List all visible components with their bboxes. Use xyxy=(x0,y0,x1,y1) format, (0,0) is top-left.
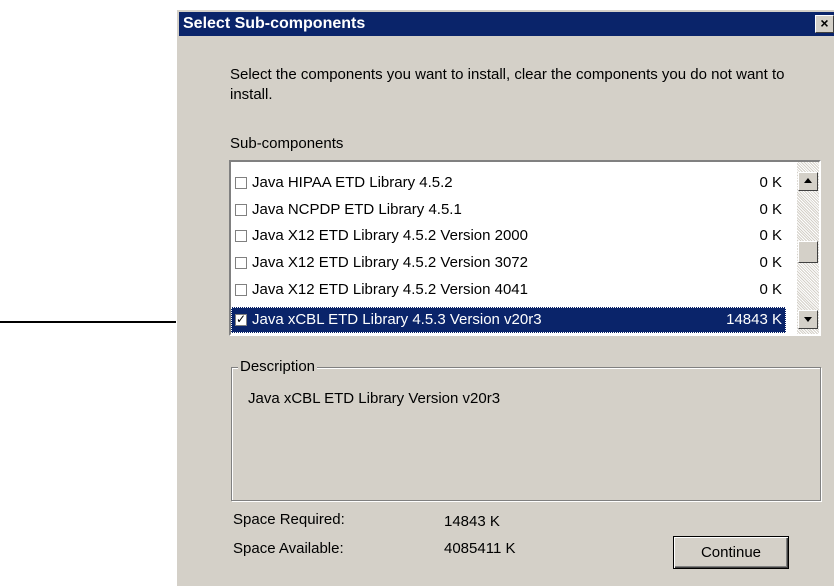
component-name: Java X12 ETD Library 4.5.2 Version 4041 xyxy=(252,281,528,298)
close-icon: × xyxy=(820,15,829,31)
list-item[interactable]: Java HIPAA ETD Library 4.5.2 0 K xyxy=(231,170,786,196)
component-size: 0 K xyxy=(759,254,782,271)
component-size: 14843 K xyxy=(726,311,782,328)
subcomponents-list: Java HIPAA ETD Library 4.5.2 0 K Java NC… xyxy=(231,162,786,334)
component-name: Java X12 ETD Library 4.5.2 Version 3072 xyxy=(252,254,528,271)
list-item-selected[interactable]: ✓ Java xCBL ETD Library 4.5.3 Version v2… xyxy=(231,307,786,333)
component-checkbox[interactable] xyxy=(235,177,247,189)
component-name: Java HIPAA ETD Library 4.5.2 xyxy=(252,174,453,191)
select-subcomponents-dialog: Select Sub-components × Select the compo… xyxy=(176,9,834,586)
component-size: 0 K xyxy=(759,281,782,298)
scroll-up-button[interactable] xyxy=(798,172,818,191)
component-checkbox[interactable] xyxy=(235,284,247,296)
component-checkbox-checked[interactable]: ✓ xyxy=(235,312,247,326)
description-label: Description xyxy=(238,358,318,376)
component-checkbox[interactable] xyxy=(235,204,247,216)
space-required-label: Space Required: xyxy=(233,511,345,528)
component-name: Java NCPDP ETD Library 4.5.1 xyxy=(252,201,462,218)
description-groupbox: Description Java xCBL ETD Library Versio… xyxy=(231,358,821,501)
instructions-text: Select the components you want to instal… xyxy=(230,66,785,103)
triangle-down-icon xyxy=(804,317,812,322)
triangle-up-icon xyxy=(804,178,812,183)
list-item[interactable]: Java X12 ETD Library 4.5.2 Version 3072 … xyxy=(231,250,786,276)
space-available-value: 4085411 K xyxy=(444,540,516,557)
list-item[interactable]: Java X12 ETD Library 4.5.2 Version 2000 … xyxy=(231,223,786,249)
check-icon: ✓ xyxy=(236,312,247,326)
description-text: Java xCBL ETD Library Version v20r3 xyxy=(248,390,501,407)
list-item[interactable]: Java X12 ETD Library 4.5.2 Version 4041 … xyxy=(231,277,786,303)
dialog-title: Select Sub-components xyxy=(183,15,366,32)
component-checkbox[interactable] xyxy=(235,230,247,242)
component-name: Java xCBL ETD Library 4.5.3 Version v20r… xyxy=(252,311,542,328)
close-button[interactable]: × xyxy=(815,15,834,33)
scroll-down-button[interactable] xyxy=(798,310,818,329)
space-available-label: Space Available: xyxy=(233,540,344,557)
continue-button[interactable]: Continue xyxy=(673,536,789,569)
list-item[interactable]: Java NCPDP ETD Library 4.5.1 0 K xyxy=(231,197,786,223)
dialog-titlebar: Select Sub-components × xyxy=(179,12,834,36)
subcomponents-label: Sub-components xyxy=(230,135,344,152)
list-scrollbar[interactable] xyxy=(797,162,819,334)
screenshot-stage: Select Sub-components × Select the compo… xyxy=(0,0,834,586)
component-name: Java X12 ETD Library 4.5.2 Version 2000 xyxy=(252,227,528,244)
space-required-value: 14843 K xyxy=(444,513,500,530)
component-size: 0 K xyxy=(759,201,782,218)
component-size: 0 K xyxy=(759,174,782,191)
scroll-thumb[interactable] xyxy=(798,241,818,263)
component-checkbox[interactable] xyxy=(235,257,247,269)
subcomponents-listbox[interactable]: Java HIPAA ETD Library 4.5.2 0 K Java NC… xyxy=(229,160,821,336)
component-size: 0 K xyxy=(759,227,782,244)
